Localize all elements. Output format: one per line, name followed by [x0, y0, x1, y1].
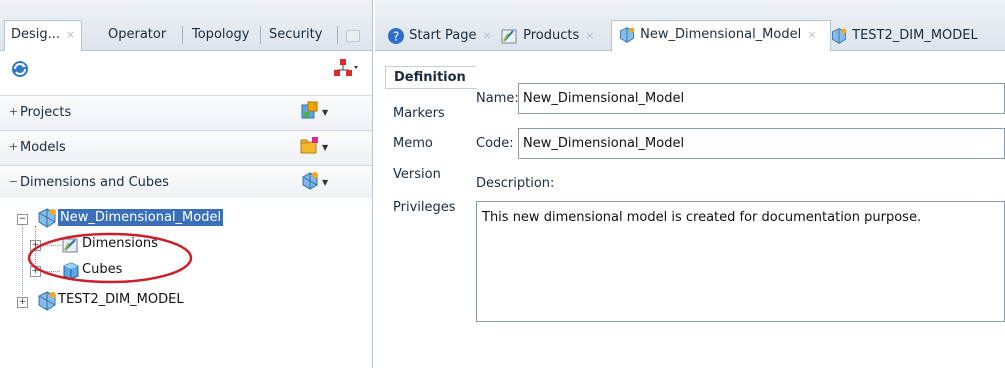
new-project-icon[interactable] — [300, 101, 320, 121]
accordion-models[interactable]: + Models ▼ — [0, 131, 372, 166]
tree-collapse-toggle[interactable]: − — [17, 214, 28, 225]
tab-start-page-label: Start Page — [409, 28, 477, 43]
tab-security[interactable]: Security — [269, 22, 322, 48]
tab-topology[interactable]: Topology — [192, 22, 249, 48]
vtab-definition[interactable]: Definition — [385, 66, 476, 89]
svg-text:?: ? — [393, 29, 399, 43]
tab-separator — [337, 26, 338, 44]
tab-new-dimensional-model[interactable]: New_Dimensional_Model × — [611, 20, 831, 52]
description-textarea[interactable]: This new dimensional model is created fo… — [476, 201, 1005, 322]
vtab-markers[interactable]: Markers — [393, 106, 445, 121]
tab-test2-dim-model[interactable]: TEST2_DIM_MODEL — [830, 22, 978, 50]
dropdown-arrow-icon[interactable]: ▼ — [322, 143, 328, 152]
tab-operator[interactable]: Operator — [108, 22, 166, 48]
tab-close-icon[interactable]: × — [483, 29, 492, 42]
tree-expand-toggle[interactable]: + — [17, 297, 28, 308]
tab-products-label: Products — [523, 28, 580, 43]
tab-designer[interactable]: Desig... × — [4, 20, 83, 51]
new-model-folder-icon[interactable] — [300, 136, 320, 156]
accordion-label: Models — [20, 140, 66, 155]
code-label: Code: — [476, 136, 514, 151]
name-label: Name: — [476, 91, 519, 106]
dimensional-model-icon — [618, 26, 636, 44]
name-field[interactable]: New_Dimensional_Model — [518, 83, 1005, 114]
tab-designer-label: Desig... — [11, 27, 61, 42]
expand-toggle[interactable]: + — [8, 141, 19, 153]
expand-toggle[interactable]: + — [8, 106, 19, 118]
tab-new-dimensional-model-label: New_Dimensional_Model — [640, 27, 802, 42]
tab-separator — [260, 26, 261, 44]
dimensional-model-icon — [36, 207, 58, 229]
accordion-label: Dimensions and Cubes — [20, 175, 169, 190]
code-field[interactable]: New_Dimensional_Model — [518, 128, 1005, 159]
navigator-tab-bar: Desig... × Operator Topology Security — [0, 0, 372, 51]
collapse-toggle[interactable]: − — [8, 176, 19, 188]
dimensional-model-icon — [830, 27, 848, 45]
dropdown-arrow-icon[interactable]: ▼ — [322, 178, 328, 187]
new-dimensional-model-icon[interactable] — [300, 171, 320, 191]
tab-separator — [182, 26, 183, 44]
editor-vertical-tabs: Definition Markers Memo Version Privileg… — [385, 66, 476, 366]
tree-item-new-dimensional-model[interactable]: New_Dimensional_Model — [58, 209, 224, 226]
annotation-ellipse — [27, 232, 193, 284]
dimensional-model-icon — [36, 290, 58, 312]
tab-test2-dim-model-label: TEST2_DIM_MODEL — [852, 28, 978, 43]
vtab-memo[interactable]: Memo — [393, 136, 433, 151]
refresh-icon[interactable] — [10, 59, 30, 79]
accordion-dimensions-and-cubes[interactable]: − Dimensions and Cubes ▼ — [0, 166, 372, 201]
connect-navigator-icon[interactable] — [333, 57, 359, 79]
navigator-toolbar — [0, 51, 372, 96]
accordion-label: Projects — [20, 105, 72, 120]
vtab-version[interactable]: Version — [393, 167, 441, 182]
vtab-privileges[interactable]: Privileges — [393, 200, 456, 215]
minimize-panel-button[interactable] — [346, 30, 360, 42]
tree-item-test2-dim-model[interactable]: TEST2_DIM_MODEL — [58, 292, 184, 307]
dropdown-arrow-icon[interactable]: ▼ — [322, 108, 328, 117]
help-icon: ? — [387, 27, 405, 45]
description-label: Description: — [476, 176, 555, 191]
products-dimension-icon — [501, 27, 519, 45]
tab-start-page[interactable]: ? Start Page × — [387, 22, 492, 50]
editor-tab-bar: ? Start Page × Products × New_Dimensional_… — [375, 0, 1005, 52]
accordion-projects[interactable]: + Projects ▼ — [0, 96, 372, 131]
tab-close-icon[interactable]: × — [585, 29, 594, 42]
tab-designer-close-icon[interactable]: × — [66, 28, 75, 41]
tab-products[interactable]: Products × — [501, 22, 595, 50]
tree-connector — [22, 224, 23, 302]
tab-close-icon[interactable]: × — [807, 28, 816, 41]
